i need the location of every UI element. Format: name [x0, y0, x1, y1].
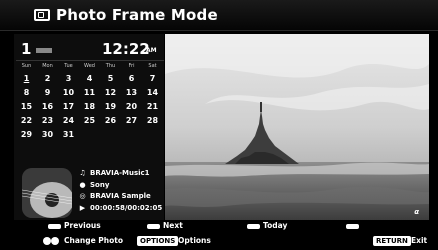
current-day: 1	[21, 40, 32, 58]
calendar-day: 17	[62, 101, 75, 111]
calendar-weekday-row: Sun Mon Tue Wed Thu Fri Sat	[16, 60, 164, 71]
next-key-icon[interactable]	[147, 224, 160, 229]
weekday-label: Sun	[21, 63, 32, 69]
calendar-day: 27	[125, 115, 138, 125]
music-artist-row: ● Sony	[78, 180, 162, 192]
previous-key-icon[interactable]	[48, 224, 61, 229]
calendar-day: 7	[149, 73, 156, 83]
calendar-day: 29	[20, 129, 33, 139]
album-name: BRAVIA Sample	[90, 192, 151, 200]
clock-time: 12:22	[102, 40, 150, 58]
return-key-button[interactable]: RETURN	[373, 236, 411, 246]
weekday-label: Tue	[64, 63, 73, 69]
music-note-icon: ♫	[79, 169, 86, 177]
calendar-day: 13	[125, 87, 138, 97]
guitar-image	[22, 168, 72, 218]
calendar-week: 15 16 17 18 19 20 21	[16, 99, 164, 113]
today-key-icon[interactable]	[247, 224, 260, 229]
exit-label[interactable]: Exit	[411, 236, 427, 245]
calendar-day: 28	[146, 115, 159, 125]
calendar-day: 19	[104, 101, 117, 111]
calendar-day: 21	[146, 101, 159, 111]
color-key-icon[interactable]	[346, 224, 359, 229]
play-icon: ▶	[79, 203, 86, 212]
calendar-day: 24	[62, 115, 75, 125]
calendar-day: 12	[104, 87, 117, 97]
next-label[interactable]: Next	[163, 221, 183, 230]
calendar-day: 6	[128, 73, 135, 83]
music-time-row: ▶ 00:00:58/00:02:05	[78, 203, 162, 215]
calendar-day: 18	[83, 101, 96, 111]
photo-display: α	[165, 34, 429, 220]
options-key-button[interactable]: OPTIONS	[137, 236, 179, 246]
album-art-thumbnail	[22, 168, 72, 218]
calendar-day: 3	[65, 73, 72, 83]
calendar-day-today: 1	[23, 73, 30, 83]
music-track-row: ♫ BRAVIA-Music1	[78, 168, 162, 180]
calendar-day: 4	[86, 73, 93, 83]
track-title: BRAVIA-Music1	[90, 169, 150, 177]
calendar-day: 5	[107, 73, 114, 83]
landscape-photo	[165, 34, 429, 220]
music-info: ♫ BRAVIA-Music1 ● Sony ◎ BRAVIA Sample ▶…	[78, 168, 162, 214]
calendar-day: 25	[83, 115, 96, 125]
calendar-day: 23	[41, 115, 54, 125]
weekday-label: Sat	[148, 63, 157, 69]
calendar-grid: Sun Mon Tue Wed Thu Fri Sat 1 2 3 4 5 6 …	[16, 60, 164, 141]
music-album-row: ◎ BRAVIA Sample	[78, 191, 162, 203]
previous-label[interactable]: Previous	[64, 221, 101, 230]
calendar-week: 22 23 24 25 26 27 28	[16, 113, 164, 127]
person-icon: ●	[79, 180, 86, 189]
clock-ampm: AM	[146, 47, 157, 54]
calendar-day: 31	[62, 129, 75, 139]
weekday-label: Fri	[128, 63, 135, 69]
weekday-label: Wed	[84, 63, 95, 69]
calendar-day: 9	[44, 87, 51, 97]
calendar-day: 14	[146, 87, 159, 97]
weekday-label: Thu	[105, 63, 116, 69]
calendar-day: 10	[62, 87, 75, 97]
photo-frame-screen: Photo Frame Mode 1 12:22 AM Sun Mon Tue …	[0, 0, 438, 250]
calendar-day: 15	[20, 101, 33, 111]
calendar-day: 16	[41, 101, 54, 111]
playback-time: 00:00:58/00:02:05	[90, 203, 163, 212]
calendar-week: 8 9 10 11 12 13 14	[16, 85, 164, 99]
calendar-day: 2	[44, 73, 51, 83]
month-label	[36, 48, 52, 53]
weekday-label: Mon	[42, 63, 53, 69]
calendar-week: 29 30 31	[16, 127, 164, 141]
camera-badge: α	[414, 208, 419, 216]
today-label[interactable]: Today	[263, 221, 287, 230]
options-label[interactable]: Options	[178, 236, 211, 245]
disc-icon: ◎	[79, 192, 86, 200]
header-bar: Photo Frame Mode	[0, 0, 438, 31]
artist-name: Sony	[90, 180, 110, 189]
page-title: Photo Frame Mode	[56, 6, 218, 24]
left-right-arrows-icon[interactable]	[43, 237, 59, 246]
calendar-day: 20	[125, 101, 138, 111]
calendar-day: 30	[41, 129, 54, 139]
calendar-day: 11	[83, 87, 96, 97]
change-photo-label[interactable]: Change Photo	[64, 236, 123, 245]
calendar-day: 22	[20, 115, 33, 125]
photo-frame-icon	[34, 9, 50, 21]
calendar-day: 26	[104, 115, 117, 125]
calendar-day: 8	[23, 87, 30, 97]
calendar-week: 1 2 3 4 5 6 7	[16, 71, 164, 85]
